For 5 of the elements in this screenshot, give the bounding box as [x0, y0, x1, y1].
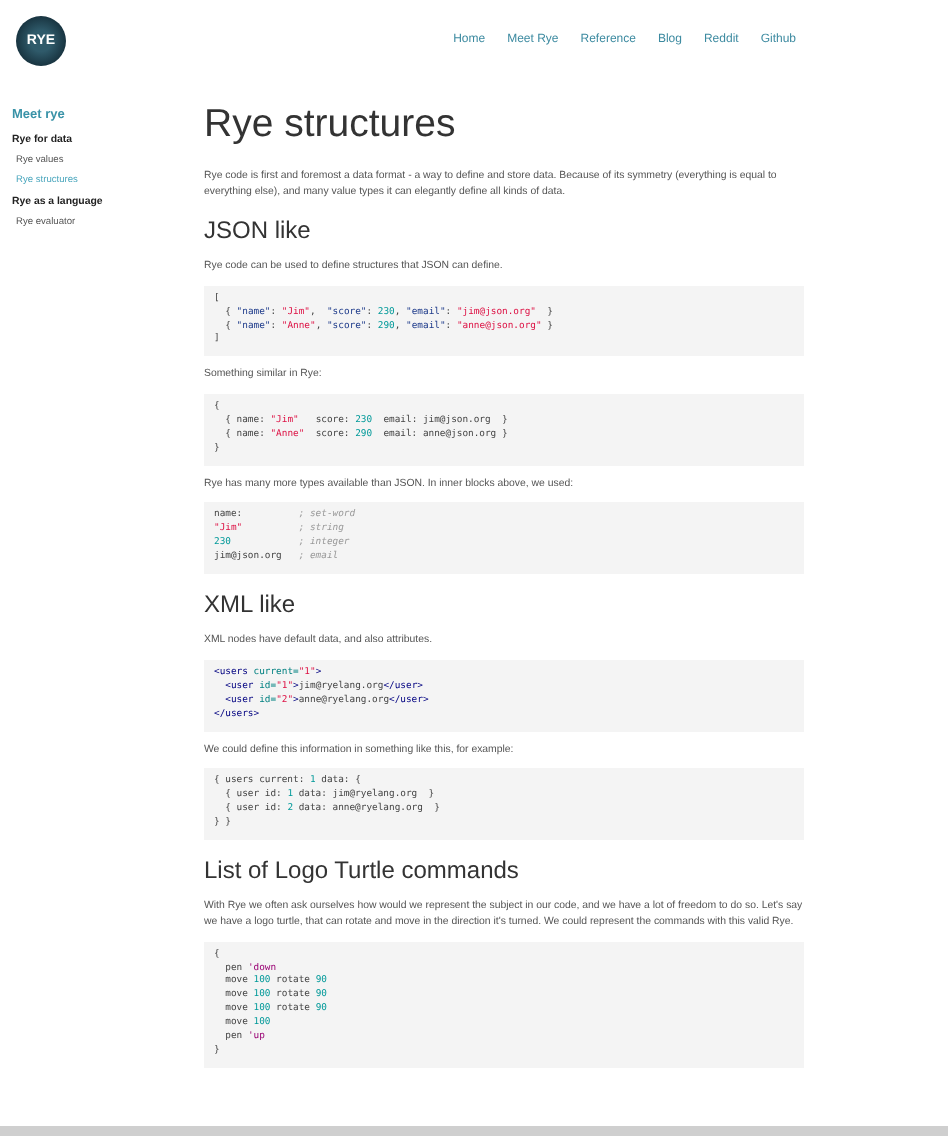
section-heading: List of Logo Turtle commands [204, 855, 519, 887]
section-heading: JSON like [204, 215, 311, 247]
section-heading: XML like [204, 589, 296, 621]
page-title: Rye structures [204, 100, 456, 150]
horizontal-scrollbar[interactable] [0, 1126, 948, 1136]
